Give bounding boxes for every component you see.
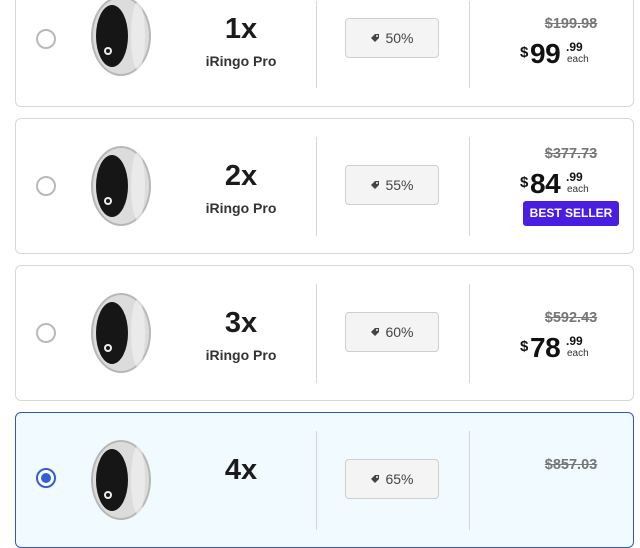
radio-button[interactable] (36, 323, 56, 343)
price-cents: .99 (566, 40, 583, 54)
radio-button[interactable] (36, 468, 56, 488)
offer-card-1[interactable]: 1x iRingo Pro 50% $199.98 $ 99 .99 each (15, 0, 634, 107)
radio-button[interactable] (36, 29, 56, 49)
price-unit: each (567, 54, 589, 65)
unit-price: $ 78 .99 each (516, 332, 626, 372)
discount-text: 60% (385, 324, 414, 340)
price-cents: .99 (566, 334, 583, 348)
ring-image (91, 146, 151, 226)
divider (469, 284, 470, 383)
original-price: $377.73 (544, 146, 598, 162)
discount-text: 65% (385, 471, 414, 487)
divider (316, 137, 317, 236)
original-price: $199.98 (544, 16, 598, 32)
discount-badge: 55% (345, 165, 439, 205)
product-name: iRingo Pro (205, 53, 277, 69)
original-price: $857.03 (544, 457, 598, 473)
currency-symbol: $ (520, 44, 529, 61)
ring-image (91, 440, 151, 520)
tag-icon (371, 328, 380, 336)
tag-icon (371, 34, 380, 42)
price-unit: each (567, 184, 589, 195)
quantity-label: 4x (224, 454, 258, 486)
price-whole: 84 (530, 168, 561, 199)
offer-card-2[interactable]: 2x iRingo Pro 55% $377.73 $ 84 .99 each … (15, 118, 634, 254)
discount-badge: 60% (345, 312, 439, 352)
radio-button[interactable] (36, 176, 56, 196)
offer-card-4[interactable]: 4x 65% $857.03 (15, 412, 634, 548)
divider (469, 137, 470, 236)
best-seller-badge: BEST SELLER (523, 201, 619, 226)
discount-badge: 65% (345, 459, 439, 499)
price-whole: 78 (530, 332, 561, 363)
quantity-label: 3x (224, 307, 258, 339)
unit-price: $ 99 .99 each (516, 38, 626, 78)
tag-icon (371, 181, 380, 189)
discount-badge: 50% (345, 18, 439, 58)
currency-symbol: $ (520, 338, 529, 355)
tag-icon (371, 475, 380, 483)
quantity-label: 2x (224, 160, 258, 192)
currency-symbol: $ (520, 174, 529, 191)
discount-text: 55% (385, 177, 414, 193)
divider (469, 1, 470, 88)
divider (316, 431, 317, 530)
divider (316, 284, 317, 383)
radio-selected-dot (41, 473, 51, 483)
price-whole: 99 (530, 38, 561, 69)
quantity-label: 1x (224, 13, 258, 45)
divider (469, 431, 470, 530)
discount-text: 50% (385, 30, 414, 46)
price-cents: .99 (566, 170, 583, 184)
ring-image (91, 0, 151, 76)
ring-image (91, 293, 151, 373)
product-name: iRingo Pro (205, 347, 277, 363)
divider (316, 1, 317, 88)
price-unit: each (567, 348, 589, 359)
original-price: $592.43 (544, 310, 598, 326)
offer-card-3[interactable]: 3x iRingo Pro 60% $592.43 $ 78 .99 each (15, 265, 634, 401)
product-name: iRingo Pro (205, 200, 277, 216)
